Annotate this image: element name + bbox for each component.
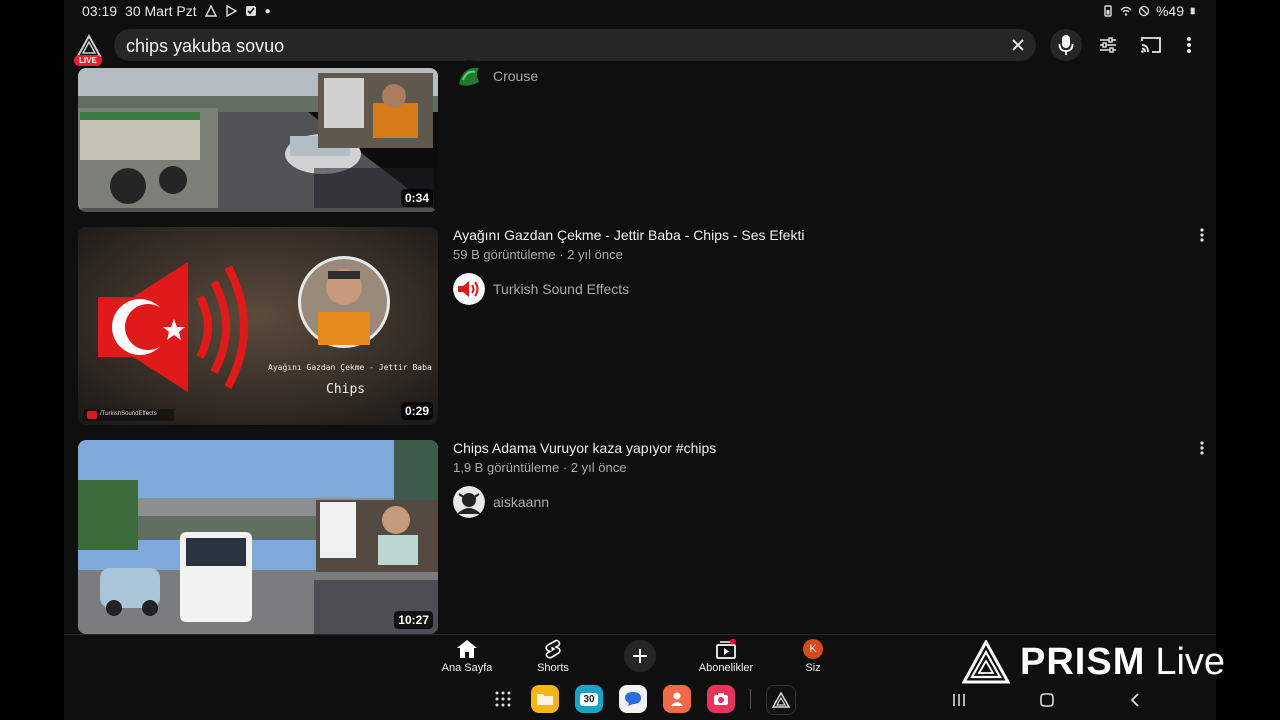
- channel-link[interactable]: aiskaann: [453, 486, 549, 518]
- nav-subscriptions[interactable]: Abonelikler: [686, 639, 766, 674]
- more-notifications-dot: ●: [264, 5, 271, 17]
- prism-logo-icon: [962, 640, 1010, 684]
- nav-you-label: Siz: [805, 662, 821, 674]
- play-store-notification-icon: [225, 5, 237, 17]
- recents-icon: [953, 694, 965, 706]
- nav-shorts-label: Shorts: [537, 662, 569, 674]
- prism-live-watermark: PRISM Live: [962, 640, 1225, 684]
- nav-home[interactable]: Ana Sayfa: [427, 639, 507, 674]
- prism-brand-text: PRISM: [1020, 640, 1146, 683]
- calendar-day: 30: [580, 692, 598, 706]
- back-chevron-icon: [1130, 693, 1139, 707]
- video-actions-button[interactable]: [1194, 225, 1210, 245]
- messages-app[interactable]: [619, 685, 647, 713]
- checkbox-notification-icon: [245, 6, 256, 16]
- prism-triangle-icon: [772, 692, 790, 708]
- filters-button[interactable]: [1095, 32, 1121, 58]
- recent-apps-button[interactable]: [947, 688, 971, 712]
- app-grid-icon: [495, 691, 511, 707]
- status-date: 30 Mart Pzt: [125, 3, 197, 19]
- thumbnail-watermark: /TurkishSoundEffects: [100, 411, 157, 417]
- battery-level: %49: [1155, 3, 1184, 19]
- status-time: 03:19: [82, 3, 118, 19]
- dock-divider: [750, 689, 751, 709]
- live-badge: LIVE: [74, 55, 102, 66]
- more-options-button[interactable]: [1176, 32, 1202, 58]
- chat-bubble-icon: [625, 692, 641, 706]
- create-button[interactable]: [624, 640, 656, 672]
- app-drawer-button[interactable]: [489, 685, 517, 713]
- video-title[interactable]: Chips Adama Vuruyor kaza yapıyor #chips: [453, 440, 716, 456]
- user-avatar: K: [803, 639, 823, 659]
- shorts-icon: [545, 639, 561, 659]
- cast-button[interactable]: [1138, 32, 1164, 58]
- channel-name[interactable]: aiskaann: [493, 494, 549, 510]
- video-duration: 0:34: [400, 189, 433, 207]
- status-bar: 03:19 30 Mart Pzt ● %49: [64, 0, 1216, 24]
- video-thumbnail[interactable]: 0:34: [78, 68, 438, 212]
- nav-you[interactable]: K Siz: [773, 639, 853, 674]
- channel-link[interactable]: Turkish Sound Effects: [453, 273, 629, 305]
- channel-name[interactable]: Crouse: [493, 68, 538, 84]
- vertical-dots-icon: [1200, 228, 1204, 242]
- back-button[interactable]: [1123, 688, 1147, 712]
- my-files-app[interactable]: [531, 685, 559, 713]
- prism-live-app[interactable]: [766, 685, 796, 715]
- wifi-icon: [1120, 6, 1132, 16]
- contacts-app[interactable]: [663, 685, 691, 713]
- home-icon: [457, 640, 477, 658]
- vertical-dots-icon: [1187, 37, 1191, 53]
- video-duration: 10:27: [394, 611, 433, 629]
- accident-dashcam-thumbnail-image: [78, 440, 438, 634]
- channel-link[interactable]: Crouse: [453, 60, 538, 92]
- thumbnail-caption: Ayağını Gazdan Çekme - Jettir Baba: [268, 363, 432, 372]
- battery-icon: [1190, 7, 1195, 15]
- prism-live-text: Live: [1155, 640, 1226, 683]
- channel-avatar: [453, 486, 485, 518]
- channel-name[interactable]: Turkish Sound Effects: [493, 281, 629, 297]
- thumbnail-subcaption: Chips: [326, 382, 366, 397]
- youtube-app-screen: 03:19 30 Mart Pzt ● %49 LIVE chips yakub…: [64, 0, 1216, 720]
- calendar-app[interactable]: 30: [575, 685, 603, 713]
- video-actions-button[interactable]: [1194, 438, 1210, 458]
- home-square-icon: [1040, 693, 1054, 707]
- android-taskbar: 30: [64, 680, 1216, 720]
- vertical-dots-icon: [1200, 441, 1204, 455]
- person-icon: [671, 692, 683, 706]
- microphone-icon: [1058, 35, 1074, 55]
- subscriptions-icon: [716, 639, 736, 659]
- video-thumbnail[interactable]: Ayağını Gazdan Çekme - Jettir Baba Chips…: [78, 227, 438, 425]
- truck-dashcam-thumbnail-image: [78, 68, 438, 212]
- prism-notification-icon: [204, 5, 217, 17]
- home-button[interactable]: [1035, 688, 1059, 712]
- do-not-disturb-icon: [1138, 5, 1150, 17]
- voice-search-button[interactable]: [1050, 29, 1082, 61]
- search-box[interactable]: chips yakuba sovuo: [114, 29, 1036, 61]
- video-metadata: 1,9 B görüntüleme · 2 yıl önce: [453, 460, 627, 475]
- filter-sliders-icon: [1100, 37, 1116, 53]
- search-header: LIVE chips yakuba sovuo: [64, 28, 1216, 68]
- channel-avatar: [453, 60, 485, 92]
- plus-icon: [633, 649, 647, 663]
- channel-avatar: [453, 273, 485, 305]
- nav-subscriptions-label: Abonelikler: [698, 662, 754, 674]
- video-thumbnail[interactable]: 10:27: [78, 440, 438, 634]
- close-icon: [1012, 39, 1024, 51]
- cast-icon: [1141, 37, 1161, 53]
- folder-icon: [537, 694, 553, 705]
- nav-home-label: Ana Sayfa: [441, 662, 493, 674]
- video-metadata: 59 B görüntüleme · 2 yıl önce: [453, 247, 623, 262]
- sound-effect-thumbnail-image: [78, 227, 438, 425]
- search-input[interactable]: chips yakuba sovuo: [126, 36, 284, 57]
- battery-saver-icon: [1104, 5, 1112, 17]
- clear-search-button[interactable]: [1006, 33, 1030, 57]
- video-duration: 0:29: [400, 402, 433, 420]
- video-title[interactable]: Ayağını Gazdan Çekme - Jettir Baba - Chi…: [453, 227, 804, 243]
- camera-icon: [714, 693, 728, 705]
- camera-app[interactable]: [707, 685, 735, 713]
- nav-shorts[interactable]: Shorts: [513, 639, 593, 674]
